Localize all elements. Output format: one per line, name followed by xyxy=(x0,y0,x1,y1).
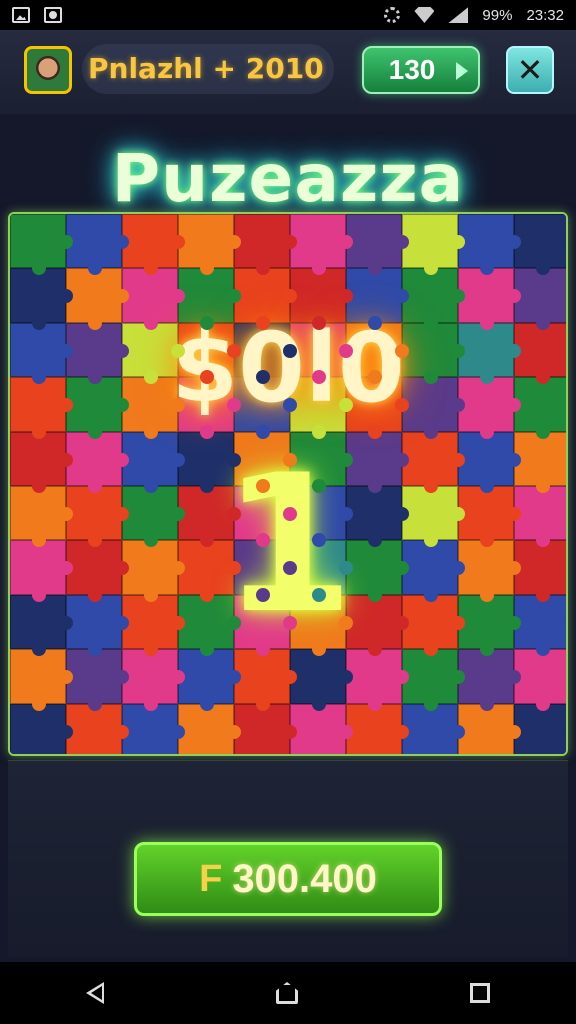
game-title: Puzeazza xyxy=(111,140,465,217)
player-name: Pnlazhl + 2010 xyxy=(88,52,324,85)
battery-text: 99% xyxy=(482,6,513,24)
puzzle-piece[interactable] xyxy=(122,214,185,276)
gallery-notification-icon xyxy=(12,7,30,23)
puzzle-piece[interactable] xyxy=(290,649,353,711)
clock: 23:32 xyxy=(526,6,564,24)
puzzle-piece[interactable] xyxy=(178,214,241,276)
puzzle-piece[interactable] xyxy=(290,703,353,754)
puzzle-piece[interactable] xyxy=(402,214,465,276)
coin-value: 130 xyxy=(388,54,436,85)
puzzle-piece[interactable] xyxy=(514,649,566,711)
puzzle-piece[interactable] xyxy=(122,703,185,754)
puzzle-piece[interactable] xyxy=(178,703,241,754)
puzzle-piece[interactable] xyxy=(234,703,297,754)
puzzle-piece[interactable] xyxy=(66,703,129,754)
puzzle-piece[interactable] xyxy=(514,703,566,754)
puzzle-piece[interactable] xyxy=(402,649,465,711)
puzzle-piece[interactable] xyxy=(346,214,409,276)
reward-icon: F xyxy=(199,857,223,900)
puzzle-piece[interactable] xyxy=(346,703,409,754)
recent-apps-icon[interactable] xyxy=(470,983,490,1003)
status-left xyxy=(12,7,62,23)
puzzle-piece[interactable] xyxy=(178,649,241,711)
puzzle-piece[interactable] xyxy=(234,649,297,711)
back-icon[interactable] xyxy=(86,982,104,1004)
settings-status-icon xyxy=(384,7,401,23)
puzzle-piece[interactable] xyxy=(234,214,297,276)
arrow-right-icon xyxy=(456,62,468,80)
puzzle-piece[interactable] xyxy=(514,214,566,276)
puzzle-piece[interactable] xyxy=(458,703,521,754)
close-button[interactable]: ✕ xyxy=(506,46,554,94)
puzzle-piece[interactable] xyxy=(122,649,185,711)
status-right: 99% 23:32 xyxy=(384,7,564,24)
puzzle-piece[interactable] xyxy=(458,214,521,276)
status-bar: 99% 23:32 xyxy=(0,0,576,30)
reward-button[interactable]: F 300.400 xyxy=(134,842,442,916)
puzzle-piece[interactable] xyxy=(402,703,465,754)
camera-notification-icon xyxy=(44,7,62,23)
system-nav-bar xyxy=(0,962,576,1024)
puzzle-piece[interactable] xyxy=(10,214,73,276)
home-icon[interactable] xyxy=(276,982,298,1004)
puzzle-piece[interactable] xyxy=(290,214,353,276)
coin-counter-button[interactable]: 130 xyxy=(362,46,480,94)
player-avatar[interactable] xyxy=(24,46,72,94)
puzzle-piece[interactable] xyxy=(66,214,129,276)
signal-icon xyxy=(448,7,469,23)
puzzle-piece[interactable] xyxy=(346,649,409,711)
puzzle-piece[interactable] xyxy=(66,649,129,711)
puzzle-piece[interactable] xyxy=(458,649,521,711)
close-icon: ✕ xyxy=(516,52,544,88)
reward-value: 300.400 xyxy=(232,856,377,901)
game-header: Pnlazhl + 2010 130 ✕ xyxy=(0,30,576,114)
puzzle-piece[interactable] xyxy=(10,649,73,711)
wifi-icon xyxy=(414,7,435,23)
puzzle-piece[interactable] xyxy=(10,703,73,754)
